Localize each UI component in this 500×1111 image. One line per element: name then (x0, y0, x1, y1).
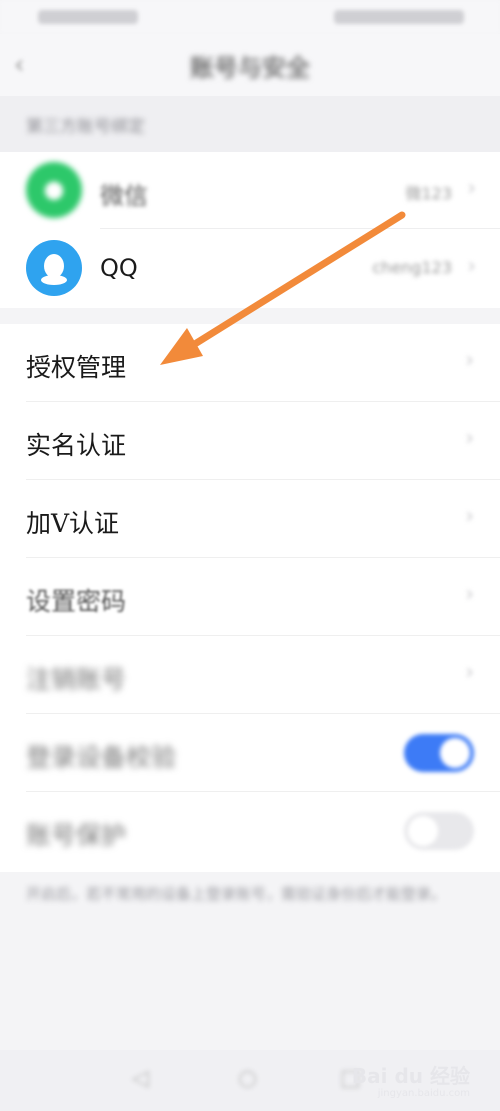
menu-item-device-check: 登录设备校验 (0, 714, 500, 792)
menu-item-label: 授权管理 (26, 353, 127, 382)
chevron-right-icon: › (467, 254, 476, 279)
section-header-label: 第三方账号绑定 (26, 117, 145, 137)
baidu-watermark-url: jingyan.baidu.com (377, 1088, 470, 1099)
nav-bar: ‹ 账号与安全 (0, 34, 500, 96)
menu-item-label: 加V认证 (26, 509, 120, 538)
baidu-watermark: Bai du 经验 (351, 1064, 470, 1088)
chevron-right-icon: › (465, 426, 474, 451)
binding-label: QQ (100, 254, 138, 282)
menu-item-label: 设置密码 (26, 587, 127, 616)
settings-menu: 授权管理 › 实名认证 › 加V认证 › 设置密码 › 注销账号 › 登录设备校… (0, 324, 500, 872)
status-bar (0, 0, 500, 34)
binding-label: 微信 (100, 182, 148, 210)
binding-list: ● 微信 微123 › QQ cheng123 › (0, 152, 500, 308)
account-protection-toggle[interactable] (404, 812, 474, 850)
binding-value: cheng123 (372, 258, 452, 277)
menu-item-v-verification[interactable]: 加V认证 › (0, 480, 500, 558)
divider (100, 228, 500, 229)
menu-item-label: 账号保护 (26, 821, 127, 850)
page-title: 账号与安全 (190, 54, 310, 82)
binding-row-qq[interactable]: QQ cheng123 › (0, 230, 500, 308)
menu-item-label: 注销账号 (26, 665, 127, 694)
home-circle-icon[interactable]: ○ (238, 1066, 257, 1091)
menu-item-real-name[interactable]: 实名认证 › (0, 402, 500, 480)
menu-item-account-protection: 账号保护 (0, 792, 500, 870)
menu-item-set-password[interactable]: 设置密码 › (0, 558, 500, 636)
footer-note: 开启后，若不常用的设备上登录账号，需验证身份后才能登录。 (26, 885, 447, 903)
wechat-icon: ● (26, 162, 82, 218)
menu-item-label: 登录设备校验 (26, 743, 177, 772)
device-check-toggle[interactable] (404, 734, 474, 772)
carrier-signal (38, 10, 138, 24)
battery-clock (334, 10, 464, 24)
binding-value: 微123 (405, 184, 452, 203)
chevron-right-icon: › (465, 504, 474, 529)
chevron-right-icon: › (465, 348, 474, 373)
chevron-right-icon: › (465, 582, 474, 607)
menu-item-delete-account[interactable]: 注销账号 › (0, 636, 500, 714)
binding-row-wechat[interactable]: ● 微信 微123 › (0, 152, 500, 230)
section-header: 第三方账号绑定 (0, 96, 500, 152)
back-triangle-icon[interactable]: ◁ (132, 1066, 149, 1091)
menu-item-label: 实名认证 (26, 431, 127, 460)
chevron-right-icon: › (465, 660, 474, 685)
qq-icon (26, 240, 82, 296)
menu-item-authorization[interactable]: 授权管理 › (0, 324, 500, 402)
chevron-right-icon: › (467, 176, 476, 201)
